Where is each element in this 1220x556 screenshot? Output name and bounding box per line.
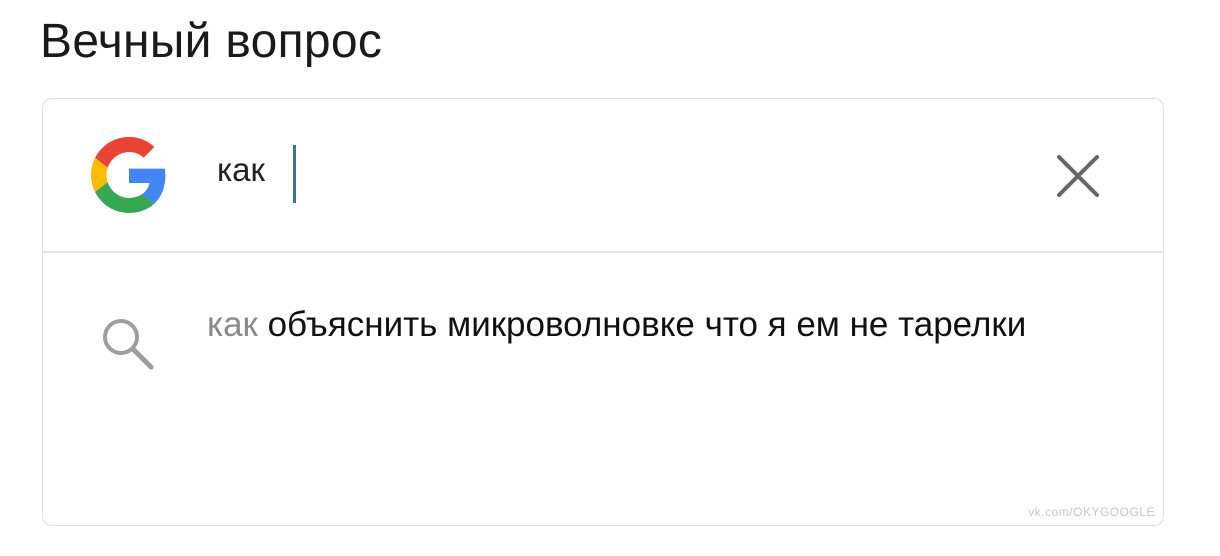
google-g-icon — [91, 137, 166, 213]
search-card: как как объяснить микроволновке что я ем… — [42, 98, 1164, 526]
post-title: Вечный вопрос — [40, 15, 383, 68]
text-cursor — [293, 145, 296, 203]
suggestion-prefix: как — [207, 305, 258, 344]
suggestion-completion: объяснить микроволновке что я ем не таре… — [257, 305, 1027, 344]
search-bar: как — [43, 99, 1163, 251]
search-icon — [103, 319, 154, 370]
search-input[interactable]: как — [217, 151, 265, 189]
clear-button[interactable] — [1053, 151, 1103, 201]
suggestion-text: как объяснить микроволновке что я ем не … — [207, 295, 1067, 355]
close-icon — [1057, 155, 1099, 197]
suggestion-item[interactable]: как объяснить микроволновке что я ем не … — [43, 255, 1163, 435]
divider — [43, 251, 1163, 253]
watermark: vk.com/OKYGOOGLE — [1028, 505, 1155, 519]
